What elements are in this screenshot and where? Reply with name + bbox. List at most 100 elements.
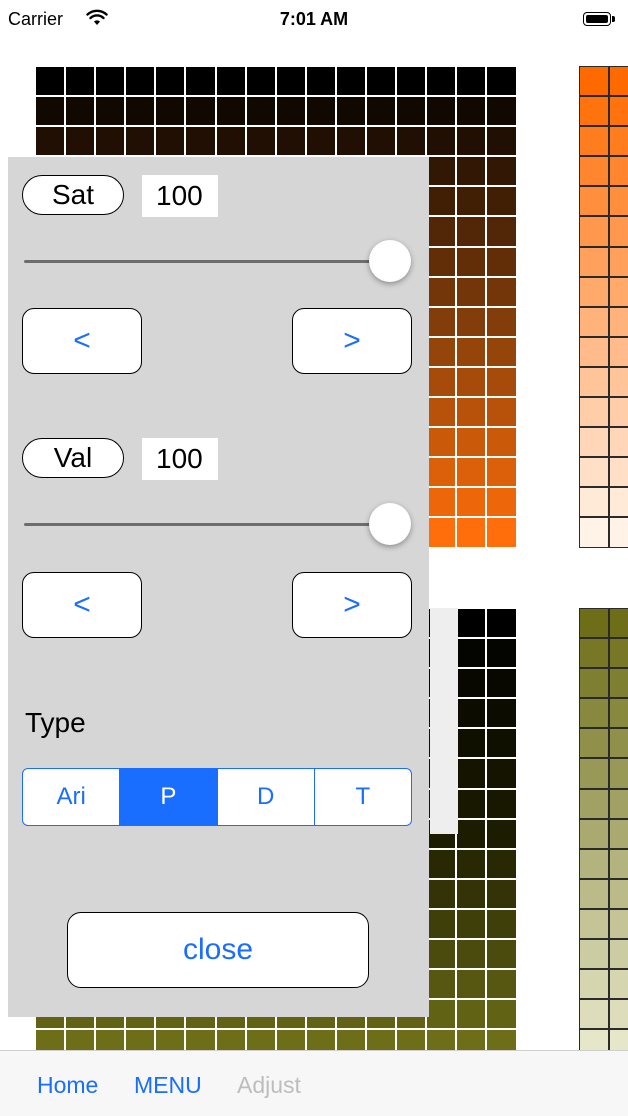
color-swatch[interactable] bbox=[486, 908, 517, 940]
color-swatch[interactable] bbox=[426, 427, 457, 458]
color-swatch[interactable] bbox=[426, 999, 457, 1030]
color-swatch[interactable] bbox=[486, 366, 517, 398]
color-swatch[interactable] bbox=[275, 96, 306, 127]
color-swatch[interactable] bbox=[486, 668, 517, 699]
color-swatch[interactable] bbox=[95, 126, 126, 157]
color-swatch[interactable] bbox=[366, 96, 397, 127]
color-swatch[interactable] bbox=[185, 126, 216, 157]
color-swatch[interactable] bbox=[305, 126, 336, 157]
color-swatch[interactable] bbox=[579, 457, 609, 488]
color-swatch[interactable] bbox=[426, 908, 457, 940]
color-swatch[interactable] bbox=[579, 366, 609, 398]
color-swatch[interactable] bbox=[456, 306, 487, 337]
color-swatch[interactable] bbox=[456, 186, 487, 217]
color-swatch[interactable] bbox=[426, 939, 457, 970]
color-swatch[interactable] bbox=[609, 306, 628, 337]
color-swatch[interactable] bbox=[609, 397, 628, 428]
sat-slider-track[interactable] bbox=[24, 260, 394, 263]
color-swatch[interactable] bbox=[609, 939, 628, 970]
color-swatch[interactable] bbox=[609, 788, 628, 819]
color-swatch[interactable] bbox=[486, 999, 517, 1030]
sat-prev-button[interactable]: < bbox=[22, 308, 142, 374]
color-swatch[interactable] bbox=[609, 96, 628, 127]
color-swatch[interactable] bbox=[245, 66, 276, 97]
color-swatch[interactable] bbox=[486, 96, 517, 127]
color-swatch[interactable] bbox=[396, 96, 427, 127]
palette-grid-olive-light[interactable] bbox=[579, 608, 628, 1060]
color-swatch[interactable] bbox=[486, 216, 517, 247]
color-swatch[interactable] bbox=[426, 186, 457, 217]
color-swatch[interactable] bbox=[65, 66, 96, 97]
color-swatch[interactable] bbox=[609, 336, 628, 367]
color-swatch[interactable] bbox=[456, 788, 487, 819]
color-swatch[interactable] bbox=[579, 758, 609, 789]
color-swatch[interactable] bbox=[35, 96, 66, 127]
color-swatch[interactable] bbox=[65, 126, 96, 157]
color-swatch[interactable] bbox=[486, 969, 517, 1000]
color-swatch[interactable] bbox=[396, 126, 427, 157]
color-swatch[interactable] bbox=[95, 96, 126, 127]
color-swatch[interactable] bbox=[426, 246, 457, 277]
color-swatch[interactable] bbox=[426, 306, 457, 337]
color-swatch[interactable] bbox=[426, 126, 457, 157]
color-swatch[interactable] bbox=[125, 96, 156, 127]
color-swatch[interactable] bbox=[275, 126, 306, 157]
color-swatch[interactable] bbox=[609, 126, 628, 157]
color-swatch[interactable] bbox=[579, 66, 609, 97]
color-swatch[interactable] bbox=[579, 487, 609, 518]
color-swatch[interactable] bbox=[456, 126, 487, 157]
color-swatch[interactable] bbox=[609, 698, 628, 729]
color-swatch[interactable] bbox=[609, 728, 628, 759]
color-swatch[interactable] bbox=[609, 66, 628, 97]
color-swatch[interactable] bbox=[486, 126, 517, 157]
color-swatch[interactable] bbox=[486, 457, 517, 488]
palette-grid-orange-light[interactable] bbox=[579, 66, 628, 548]
color-swatch[interactable] bbox=[335, 96, 367, 127]
color-swatch[interactable] bbox=[579, 96, 609, 127]
color-swatch[interactable] bbox=[456, 276, 487, 307]
color-swatch[interactable] bbox=[456, 487, 487, 518]
color-swatch[interactable] bbox=[609, 999, 628, 1030]
color-swatch[interactable] bbox=[609, 908, 628, 940]
color-swatch[interactable] bbox=[65, 96, 96, 127]
color-swatch[interactable] bbox=[456, 999, 487, 1030]
color-swatch[interactable] bbox=[426, 216, 457, 247]
color-swatch[interactable] bbox=[609, 848, 628, 879]
color-swatch[interactable] bbox=[486, 336, 517, 367]
color-swatch[interactable] bbox=[456, 698, 487, 729]
color-swatch[interactable] bbox=[456, 848, 487, 879]
toolbar-adjust-button[interactable]: Adjust bbox=[237, 1072, 301, 1099]
color-swatch[interactable] bbox=[426, 66, 457, 97]
color-swatch[interactable] bbox=[609, 668, 628, 699]
color-swatch[interactable] bbox=[579, 276, 609, 307]
color-swatch[interactable] bbox=[579, 186, 609, 217]
color-swatch[interactable] bbox=[486, 276, 517, 307]
color-swatch[interactable] bbox=[125, 66, 156, 97]
color-swatch[interactable] bbox=[486, 698, 517, 729]
color-swatch[interactable] bbox=[456, 969, 487, 1000]
color-swatch[interactable] bbox=[456, 728, 487, 759]
color-swatch[interactable] bbox=[609, 638, 628, 669]
color-swatch[interactable] bbox=[366, 66, 397, 97]
color-swatch[interactable] bbox=[185, 66, 216, 97]
color-swatch[interactable] bbox=[426, 848, 457, 879]
color-swatch[interactable] bbox=[486, 608, 517, 639]
color-swatch[interactable] bbox=[275, 66, 306, 97]
color-swatch[interactable] bbox=[579, 939, 609, 970]
color-swatch[interactable] bbox=[456, 397, 487, 428]
color-swatch[interactable] bbox=[609, 427, 628, 458]
color-swatch[interactable] bbox=[185, 96, 216, 127]
color-swatch[interactable] bbox=[579, 788, 609, 819]
color-swatch[interactable] bbox=[579, 818, 609, 849]
color-swatch[interactable] bbox=[456, 246, 487, 277]
color-swatch[interactable] bbox=[486, 156, 517, 187]
color-swatch[interactable] bbox=[579, 216, 609, 247]
toolbar-menu-button[interactable]: MENU bbox=[134, 1072, 202, 1099]
color-swatch[interactable] bbox=[609, 366, 628, 398]
color-swatch[interactable] bbox=[609, 487, 628, 518]
color-swatch[interactable] bbox=[426, 878, 457, 909]
color-swatch[interactable] bbox=[609, 457, 628, 488]
color-swatch[interactable] bbox=[456, 427, 487, 458]
color-swatch[interactable] bbox=[579, 246, 609, 277]
color-swatch[interactable] bbox=[155, 96, 186, 127]
